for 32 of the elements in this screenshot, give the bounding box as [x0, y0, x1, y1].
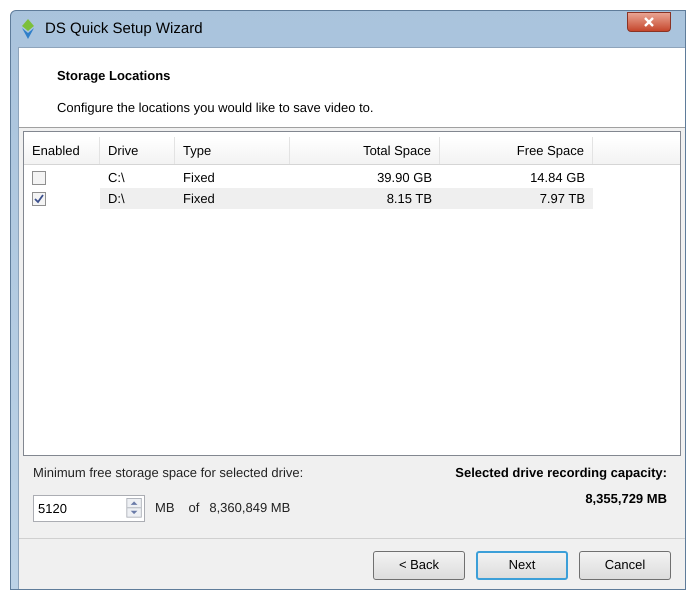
enabled-checkbox[interactable] [32, 170, 46, 184]
column-header[interactable]: Total Space [290, 137, 440, 164]
app-icon [19, 19, 37, 39]
page-description: Configure the locations you would like to save video to. [57, 98, 375, 117]
wizard-button[interactable]: < Back [373, 550, 465, 580]
table-cell-text: Fixed [182, 168, 216, 187]
maximum-space-text: 8,360,849 MB [209, 499, 290, 518]
table-cell-text: C:\ [107, 168, 126, 187]
window-title: DS Quick Setup Wizard [45, 18, 203, 39]
drive-row[interactable]: D:\ Fixed 8.15 TB 7.97 TB [100, 188, 593, 209]
drive-row[interactable]: C:\ Fixed 39.90 GB 14.84 GB [100, 167, 593, 188]
of-label: of [188, 499, 200, 518]
column-header[interactable]: Free Space [440, 137, 593, 164]
capacity-value: 8,355,729 MB [585, 490, 667, 508]
wizard-button[interactable]: Next [476, 550, 568, 580]
table-cell-text: 8.15 TB [386, 190, 433, 208]
table-cell-text: 14.84 GB [529, 168, 586, 187]
minimum-space-label: Minimum free storage space for selected drive: [33, 464, 304, 482]
column-header[interactable]: Type [175, 137, 290, 164]
table-cell-text: Fixed [182, 190, 216, 208]
enabled-checkbox[interactable] [32, 192, 46, 206]
capacity-label: Selected drive recording capacity: [455, 464, 667, 482]
close-icon [643, 17, 655, 27]
column-header[interactable]: Enabled [24, 137, 100, 164]
close-button[interactable] [627, 12, 671, 32]
page-title: Storage Locations [57, 67, 172, 85]
column-header[interactable]: Drive [100, 137, 175, 164]
table-cell-text: D:\ [107, 190, 126, 208]
table-cell-text: 39.90 GB [376, 168, 433, 187]
wizard-button[interactable]: Cancel [579, 550, 671, 580]
table-cell-text: 7.97 TB [538, 190, 586, 208]
unit-label: MB [155, 499, 174, 518]
